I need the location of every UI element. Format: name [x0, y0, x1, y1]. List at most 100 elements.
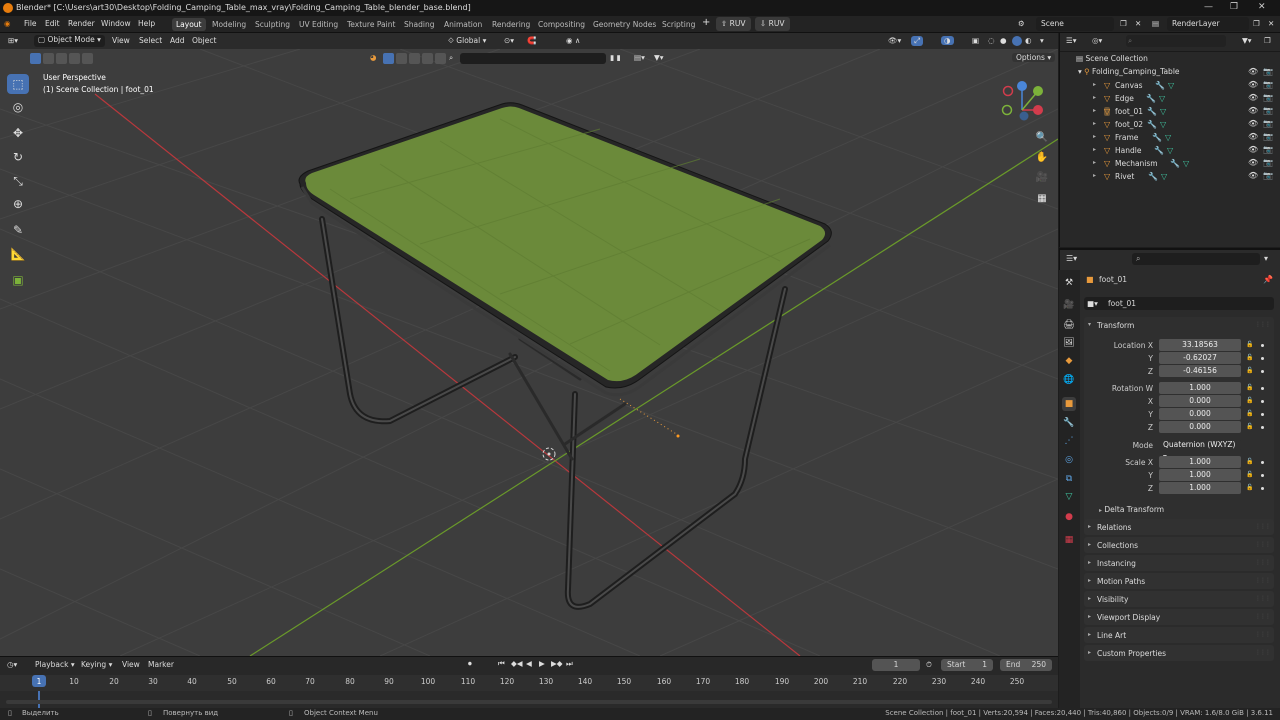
particles-tab-icon[interactable]: ⋰ — [1062, 434, 1076, 448]
properties-search-input[interactable] — [1132, 253, 1260, 265]
panel-instancing[interactable]: ▸ Instancing ⋮⋮⋮ — [1084, 555, 1274, 571]
prev-keyframe-icon[interactable]: ◆◀ — [511, 659, 523, 668]
output-tab-icon[interactable]: 🖨 — [1062, 318, 1076, 332]
close-icon[interactable]: ✕ — [1258, 2, 1266, 12]
move-tool[interactable]: ✥ — [7, 123, 29, 143]
eye-icon[interactable]: 👁 — [1248, 80, 1258, 89]
keyframe-dot[interactable] — [1261, 370, 1264, 373]
tab-shading[interactable]: Shading — [400, 18, 438, 31]
shading-rendered-icon[interactable]: ◐ — [1025, 36, 1032, 45]
filter-light-icon[interactable] — [409, 53, 420, 64]
panel-visibility[interactable]: ▸ Visibility ⋮⋮⋮ — [1084, 591, 1274, 607]
tab-scripting[interactable]: Scripting — [658, 18, 699, 31]
eye-icon[interactable]: 👁 — [1248, 106, 1258, 115]
camera-icon[interactable]: 📷 — [1263, 93, 1273, 102]
scene-remove-icon[interactable]: ✕ — [1135, 19, 1141, 28]
panel-custom-properties[interactable]: ▸ Custom Properties ⋮⋮⋮ — [1084, 645, 1274, 661]
shading-material-icon[interactable] — [1012, 36, 1022, 46]
view-menu-timeline[interactable]: View — [122, 660, 140, 669]
bookmark-icon[interactable]: ▮ ▮ — [610, 53, 621, 62]
filter-icon[interactable]: ▼▾ — [654, 53, 664, 62]
rotation-mode-dropdown[interactable]: Quaternion (WXYZ) ▾ — [1159, 439, 1241, 461]
tab-animation[interactable]: Animation — [440, 18, 486, 31]
search-input[interactable] — [460, 53, 606, 64]
tab-sculpting[interactable]: Sculpting — [251, 18, 294, 31]
cursor-tool[interactable]: ◎ — [7, 97, 29, 117]
keyframe-dot[interactable] — [1261, 387, 1264, 390]
jump-start-icon[interactable]: ⏮ — [498, 659, 505, 669]
lock-icon[interactable]: 🔓 — [1246, 354, 1253, 361]
world-tab-icon[interactable]: 🌐 — [1062, 373, 1076, 387]
keyframe-dot[interactable] — [1261, 357, 1264, 360]
annotate-tool[interactable]: ✎ — [7, 220, 29, 240]
camera-icon[interactable]: 📷 — [1263, 158, 1273, 167]
camera-icon[interactable]: 📷 — [1263, 119, 1273, 128]
select-mode-extend-icon[interactable] — [43, 53, 54, 64]
camera-icon[interactable]: 📷 — [1263, 171, 1273, 180]
scale-x-field[interactable]: 1.000 — [1159, 456, 1241, 468]
select-mode-new-icon[interactable] — [30, 53, 41, 64]
orientation-selector[interactable]: ⟐ Global ▾ — [448, 36, 486, 46]
lock-icon[interactable]: 🔓 — [1246, 341, 1253, 348]
physics-tab-icon[interactable]: ◎ — [1062, 453, 1076, 467]
tab-compositing[interactable]: Compositing — [534, 18, 589, 31]
outliner-editor-icon[interactable]: ☰▾ — [1066, 36, 1077, 45]
camera-view-icon[interactable]: 🎥 — [1032, 167, 1052, 187]
rotate-tool[interactable]: ↻ — [7, 147, 29, 167]
tool-tab-icon[interactable]: ⚒ — [1062, 276, 1076, 290]
tab-uv-editing[interactable]: UV Editing — [295, 18, 342, 31]
outliner-item-edge[interactable]: ▸ ▽ Edge 🔧 ▽ 👁 📷 — [1060, 92, 1280, 105]
filter-empty-icon[interactable] — [435, 53, 446, 64]
tab-modeling[interactable]: Modeling — [208, 18, 250, 31]
material-tab-icon[interactable]: ● — [1062, 510, 1076, 524]
select-mode-intersect-icon[interactable] — [82, 53, 93, 64]
lock-icon[interactable]: 🔓 — [1246, 458, 1253, 465]
add-workspace-icon[interactable]: + — [702, 17, 710, 28]
rotation-w-field[interactable]: 1.000 — [1159, 382, 1241, 394]
object-menu[interactable]: Object — [192, 36, 216, 45]
transform-tool[interactable]: ⊕ — [7, 194, 29, 214]
tab-rendering[interactable]: Rendering — [488, 18, 534, 31]
render-layer-remove-icon[interactable]: ✕ — [1268, 19, 1274, 28]
snap-icon[interactable]: 🧲 — [527, 36, 536, 45]
location-y-field[interactable]: -0.62027 — [1159, 352, 1241, 364]
panel-collections[interactable]: ▸ Collections ⋮⋮⋮ — [1084, 537, 1274, 553]
eye-icon[interactable]: 👁 — [1248, 93, 1258, 102]
scene-tab-icon[interactable]: ◆ — [1062, 354, 1076, 368]
texture-tab-icon[interactable]: ▦ — [1062, 533, 1076, 547]
properties-options-icon[interactable]: ▾ — [1264, 254, 1268, 263]
properties-editor-icon[interactable]: ☰▾ — [1066, 254, 1077, 263]
render-preview-icon[interactable]: ◕ — [370, 53, 377, 62]
measure-tool[interactable]: 📐 — [7, 244, 29, 264]
timeline-editor-icon[interactable]: ◷▾ — [7, 660, 17, 669]
menu-file[interactable]: File — [24, 19, 37, 28]
shading-wireframe-icon[interactable]: ◌ — [988, 36, 995, 45]
render-layer-new-icon[interactable]: ❐ — [1253, 19, 1260, 28]
blender-menu-icon[interactable]: ◉ — [4, 19, 11, 28]
rotation-z-field[interactable]: 0.000 — [1159, 421, 1241, 433]
keyframe-dot[interactable] — [1261, 413, 1264, 416]
outliner-search-input[interactable] — [1126, 35, 1226, 47]
menu-help[interactable]: Help — [138, 19, 155, 28]
shading-solid-icon[interactable]: ● — [1000, 36, 1007, 45]
proportional-edit-icon[interactable]: ◉ ∧ — [566, 36, 580, 45]
render-layer-selector[interactable]: RenderLayer — [1167, 17, 1249, 31]
outliner-item-handle[interactable]: ▸ ▽ Handle 🔧 ▽ 👁 📷 — [1060, 144, 1280, 157]
scale-y-field[interactable]: 1.000 — [1159, 469, 1241, 481]
shading-options-icon[interactable]: ▾ — [1040, 36, 1044, 45]
ruv-button-2[interactable]: ⇩ RUV — [755, 17, 790, 31]
zoom-icon[interactable]: 🔍 — [1032, 127, 1052, 147]
new-collection-icon[interactable]: ❐ — [1264, 36, 1271, 45]
display-mode-icon[interactable]: ▤▾ — [634, 53, 645, 62]
outliner-item-foot-02[interactable]: ▸ ▽ foot_02 🔧 ▽ 👁 📷 — [1060, 118, 1280, 131]
navigation-gizmo[interactable] — [1001, 81, 1044, 121]
camera-icon[interactable]: 📷 — [1263, 106, 1273, 115]
modifier-tab-icon[interactable]: 🔧 — [1062, 416, 1076, 430]
maximize-icon[interactable]: ❐ — [1230, 2, 1238, 12]
outliner-item-mechanism[interactable]: ▸ ▽ Mechanism 🔧 ▽ 👁 📷 — [1060, 157, 1280, 170]
eye-icon[interactable]: 👁 — [1248, 171, 1258, 180]
visibility-icon[interactable]: 👁▾ — [888, 36, 901, 45]
lock-icon[interactable]: 🔓 — [1246, 397, 1253, 404]
tab-layout[interactable]: Layout — [172, 18, 206, 31]
add-cube-tool[interactable]: ▣ — [7, 270, 29, 290]
